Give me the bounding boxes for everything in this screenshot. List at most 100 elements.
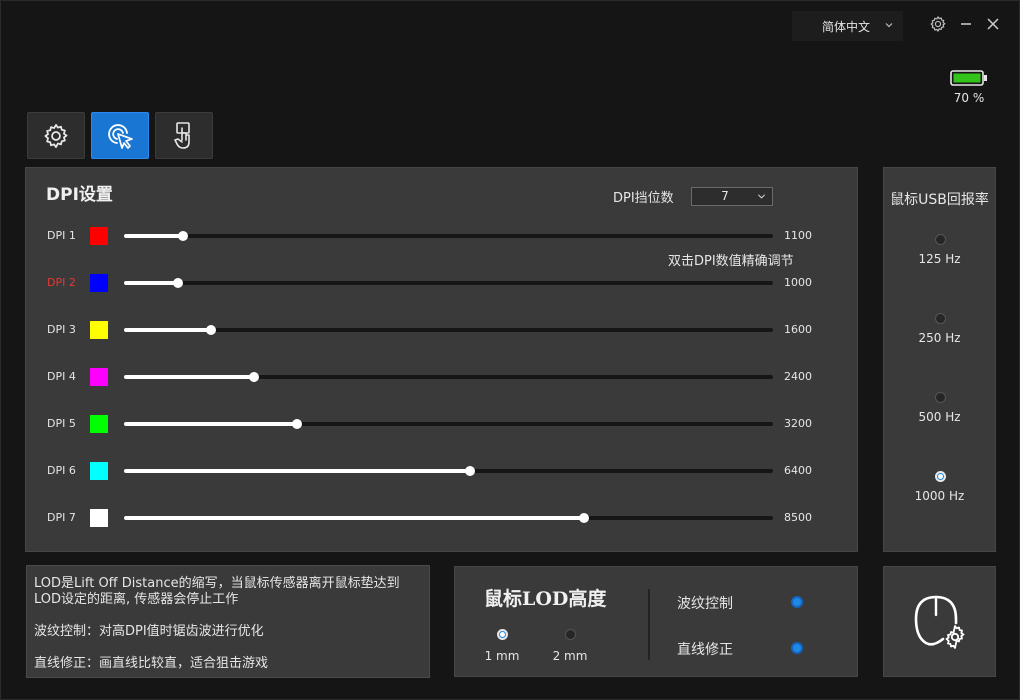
tab-macro[interactable] bbox=[155, 112, 213, 159]
dpi-slider-thumb[interactable] bbox=[579, 513, 589, 523]
dpi-count-label: DPI挡位数 bbox=[613, 191, 674, 206]
dpi-hint: 双击DPI数值精确调节 bbox=[668, 254, 794, 269]
dpi-count-value: 7 bbox=[721, 189, 729, 203]
dpi-level-label[interactable]: DPI 5 bbox=[47, 417, 76, 430]
dpi-value[interactable]: 1000 bbox=[784, 276, 812, 289]
dpi-count-select[interactable]: 7 bbox=[691, 187, 773, 206]
dpi-slider-thumb[interactable] bbox=[178, 231, 188, 241]
usb-rate-label: 250 Hz bbox=[918, 331, 961, 345]
dpi-value[interactable]: 1600 bbox=[784, 323, 812, 336]
usb-rate-option[interactable]: 250 Hz bbox=[884, 313, 995, 353]
dpi-slider-fill bbox=[124, 422, 297, 426]
lod-option[interactable]: 1 mm bbox=[477, 629, 527, 665]
angle-snapping-label: 直线修正 bbox=[677, 642, 733, 658]
usb-rate-radio[interactable] bbox=[935, 313, 946, 324]
usb-rate-label: 500 Hz bbox=[918, 410, 961, 424]
dpi-value[interactable]: 6400 bbox=[784, 464, 812, 477]
tab-dpi[interactable] bbox=[91, 112, 149, 159]
chevron-down-icon bbox=[757, 194, 766, 199]
close-button[interactable] bbox=[984, 15, 1002, 33]
dpi-slider-thumb[interactable] bbox=[249, 372, 259, 382]
dpi-color-swatch[interactable] bbox=[90, 368, 108, 386]
lod-option[interactable]: 2 mm bbox=[545, 629, 595, 665]
dpi-color-swatch[interactable] bbox=[90, 415, 108, 433]
minimize-button[interactable] bbox=[957, 15, 975, 33]
dpi-slider[interactable] bbox=[124, 278, 773, 288]
dpi-row: DPI 1 1100 bbox=[26, 224, 857, 248]
dpi-slider-thumb[interactable] bbox=[292, 419, 302, 429]
usb-polling-rate-panel: 鼠标USB回报率 125 Hz 250 Hz 500 Hz 1000 Hz bbox=[883, 167, 996, 552]
dpi-slider-fill bbox=[124, 234, 183, 238]
ripple-description: 波纹控制：对高DPI值时锯齿波进行优化 bbox=[34, 624, 264, 639]
tab-settings[interactable] bbox=[27, 112, 85, 159]
close-icon bbox=[987, 18, 999, 30]
dpi-slider[interactable] bbox=[124, 466, 773, 476]
dpi-settings-panel: DPI设置 DPI挡位数 7 双击DPI数值精确调节 DPI 1 1100 DPI … bbox=[25, 167, 858, 552]
dpi-row: DPI 4 2400 bbox=[26, 365, 857, 389]
dpi-color-swatch[interactable] bbox=[90, 274, 108, 292]
usb-panel-title: 鼠标USB回报率 bbox=[890, 192, 989, 208]
usb-rate-option[interactable]: 500 Hz bbox=[884, 392, 995, 432]
angle-description: 直线修正：画直线比较直，适合狙击游戏 bbox=[34, 656, 269, 671]
usb-rate-radio[interactable] bbox=[935, 392, 946, 403]
touch-hand-icon bbox=[174, 121, 190, 149]
angle-snapping-toggle[interactable] bbox=[791, 642, 803, 654]
dpi-level-label[interactable]: DPI 6 bbox=[47, 464, 76, 477]
dpi-panel-title: DPI设置 bbox=[46, 185, 113, 205]
usb-rate-option[interactable]: 125 Hz bbox=[884, 234, 995, 274]
dpi-slider[interactable] bbox=[124, 419, 773, 429]
usb-rate-option[interactable]: 1000 Hz bbox=[884, 471, 995, 511]
dpi-value[interactable]: 3200 bbox=[784, 417, 812, 430]
gear-icon bbox=[44, 123, 68, 148]
ripple-control-toggle[interactable] bbox=[791, 596, 803, 608]
lod-option-label: 2 mm bbox=[552, 649, 588, 663]
lod-radio[interactable] bbox=[497, 629, 508, 640]
dpi-slider[interactable] bbox=[124, 325, 773, 335]
lod-title: 鼠标LOD高度 bbox=[484, 588, 607, 610]
dpi-slider-fill bbox=[124, 375, 254, 379]
dpi-level-label[interactable]: DPI 1 bbox=[47, 229, 76, 242]
usb-rate-radio[interactable] bbox=[935, 471, 946, 482]
dpi-slider[interactable] bbox=[124, 513, 773, 523]
dpi-slider[interactable] bbox=[124, 372, 773, 382]
dpi-color-swatch[interactable] bbox=[90, 227, 108, 245]
dpi-color-swatch[interactable] bbox=[90, 509, 108, 527]
dpi-value[interactable]: 1100 bbox=[784, 229, 812, 242]
battery-icon bbox=[950, 69, 988, 87]
dpi-row: DPI 5 3200 bbox=[26, 412, 857, 436]
dpi-slider[interactable] bbox=[124, 231, 773, 241]
dpi-slider-thumb[interactable] bbox=[173, 278, 183, 288]
dpi-row: DPI 2 1000 bbox=[26, 271, 857, 295]
chevron-down-icon bbox=[885, 23, 893, 28]
dpi-level-label[interactable]: DPI 4 bbox=[47, 370, 76, 383]
lod-divider bbox=[648, 589, 650, 660]
dpi-row: DPI 7 8500 bbox=[26, 506, 857, 530]
usb-rate-label: 1000 Hz bbox=[914, 489, 965, 503]
ripple-control-label: 波纹控制 bbox=[677, 596, 733, 612]
mouse-settings-panel[interactable] bbox=[883, 566, 996, 677]
cursor-click-icon bbox=[108, 123, 133, 149]
app-window: 简体中文 70 % DPI设置 DPI挡位数 7 双击DPI数值精确调节 DPI… bbox=[0, 0, 1020, 700]
dpi-level-label[interactable]: DPI 3 bbox=[47, 323, 76, 336]
usb-rate-label: 125 Hz bbox=[918, 252, 961, 266]
language-select[interactable]: 简体中文 bbox=[792, 11, 903, 41]
dpi-color-swatch[interactable] bbox=[90, 462, 108, 480]
dpi-slider-thumb[interactable] bbox=[206, 325, 216, 335]
settings-button[interactable] bbox=[929, 15, 947, 33]
description-panel: LOD是Lift Off Distance的缩写，当鼠标传感器离开鼠标垫达到 L… bbox=[26, 565, 430, 678]
lod-description-line1: LOD是Lift Off Distance的缩写，当鼠标传感器离开鼠标垫达到 bbox=[34, 576, 400, 591]
gear-icon bbox=[930, 16, 946, 32]
dpi-slider-thumb[interactable] bbox=[465, 466, 475, 476]
dpi-level-label[interactable]: DPI 7 bbox=[47, 511, 76, 524]
dpi-color-swatch[interactable] bbox=[90, 321, 108, 339]
dpi-value[interactable]: 8500 bbox=[784, 511, 812, 524]
dpi-slider-fill bbox=[124, 516, 584, 520]
dpi-level-label[interactable]: DPI 2 bbox=[47, 276, 76, 289]
lod-option-label: 1 mm bbox=[484, 649, 520, 663]
lod-panel: 鼠标LOD高度 1 mm 2 mm 波纹控制 直线修正 bbox=[454, 566, 858, 677]
usb-rate-radio[interactable] bbox=[935, 234, 946, 245]
language-value: 简体中文 bbox=[822, 19, 871, 34]
dpi-row: DPI 6 6400 bbox=[26, 459, 857, 483]
dpi-value[interactable]: 2400 bbox=[784, 370, 812, 383]
lod-radio[interactable] bbox=[565, 629, 576, 640]
